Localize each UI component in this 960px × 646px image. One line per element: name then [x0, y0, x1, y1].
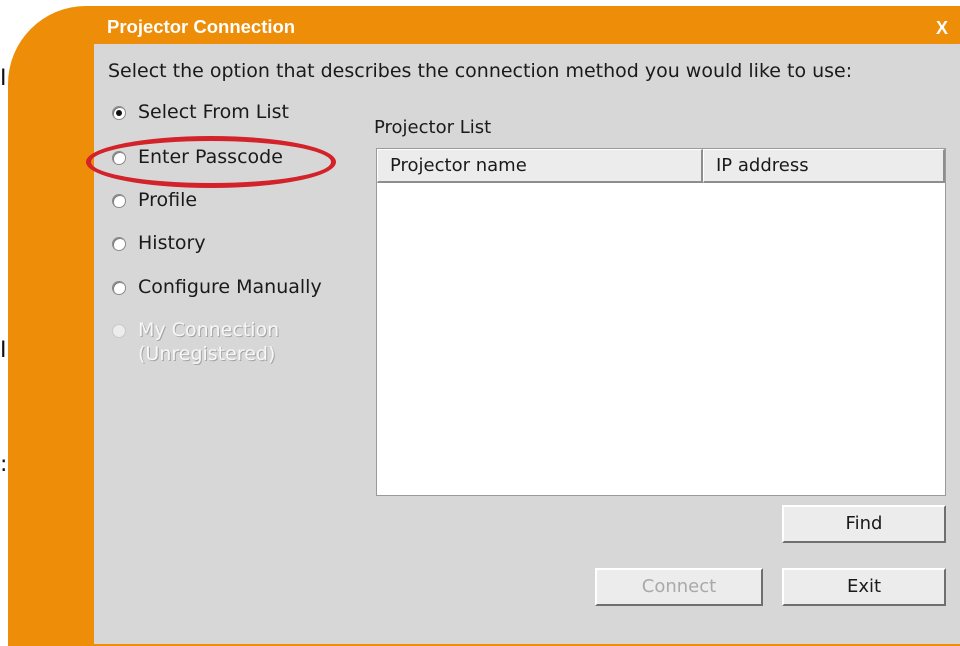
- radio-my-connection: [112, 324, 126, 338]
- close-button[interactable]: X: [930, 16, 954, 40]
- radio-history[interactable]: [112, 237, 126, 251]
- dialog-title: Projector Connection: [107, 16, 296, 37]
- option-my-connection: My Connection (Unregistered): [112, 318, 279, 366]
- background-fragment: I: [0, 338, 7, 363]
- column-header-ip-address[interactable]: IP address: [703, 149, 945, 183]
- option-label: Enter Passcode: [138, 146, 283, 168]
- exit-button[interactable]: Exit: [782, 568, 946, 606]
- instruction-text: Select the option that describes the con…: [108, 60, 853, 82]
- connect-button: Connect: [595, 568, 763, 606]
- projector-list[interactable]: Projector name IP address: [376, 148, 946, 496]
- background-fragment: I: [0, 66, 7, 91]
- background-fragment: :: [0, 452, 8, 477]
- radio-configure-manually[interactable]: [112, 281, 126, 295]
- option-label-line: My Connection: [138, 319, 280, 341]
- radio-enter-passcode[interactable]: [112, 151, 126, 165]
- option-profile[interactable]: Profile: [112, 188, 197, 212]
- option-history[interactable]: History: [112, 231, 206, 255]
- option-label-line: (Unregistered): [138, 343, 276, 365]
- option-configure-manually[interactable]: Configure Manually: [112, 275, 322, 299]
- radio-profile[interactable]: [112, 194, 126, 208]
- list-header: Projector name IP address: [377, 149, 945, 183]
- projector-list-caption: Projector List: [374, 117, 492, 138]
- radio-select-from-list[interactable]: [112, 106, 126, 120]
- option-label: My Connection (Unregistered): [138, 318, 279, 366]
- option-label: History: [138, 232, 206, 254]
- option-enter-passcode[interactable]: Enter Passcode: [112, 145, 283, 169]
- option-label: Configure Manually: [138, 276, 322, 298]
- find-button[interactable]: Find: [782, 505, 946, 543]
- option-label: Select From List: [138, 101, 289, 123]
- option-label: Profile: [138, 189, 198, 211]
- column-header-projector-name[interactable]: Projector name: [377, 149, 703, 183]
- option-select-from-list[interactable]: Select From List: [112, 100, 289, 124]
